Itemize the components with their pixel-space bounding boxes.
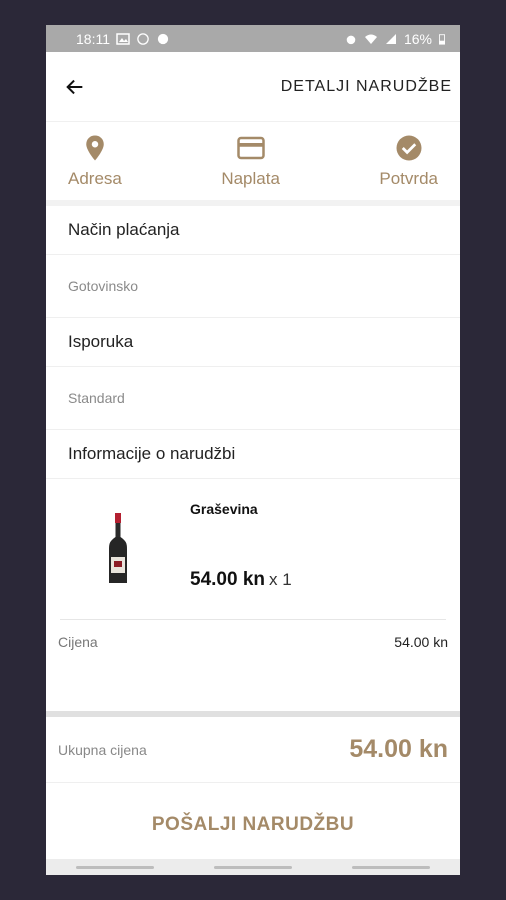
product-price: 54.00 kn [190, 569, 265, 590]
payment-method-heading: Način plaćanja [46, 206, 460, 255]
phone-screen: 18:11 16% DETALJI NARUDŽBE Adresa Naplat… [46, 25, 460, 875]
submit-order-button[interactable]: POŠALJI NARUDŽBU [46, 783, 460, 867]
delivery-value: Standard [46, 367, 460, 430]
step-label: Potvrda [379, 169, 438, 188]
check-circle-icon [396, 135, 422, 161]
total-row: Ukupna cijena 54.00 kn [46, 717, 460, 783]
page-title: DETALJI NARUDŽBE [280, 77, 452, 95]
nav-home-button[interactable] [214, 865, 292, 869]
wifi-icon [364, 34, 377, 44]
step-label: Naplata [221, 169, 280, 188]
app-notification-icon [157, 33, 169, 44]
arrow-left-icon[interactable] [64, 76, 86, 98]
credit-card-icon [236, 136, 265, 160]
price-row: Cijena 54.00 kn [46, 620, 460, 664]
status-time: 18:11 [76, 30, 110, 47]
checkout-steps: Adresa Naplata Potvrda [46, 122, 460, 206]
step-label: Adresa [68, 169, 122, 188]
wine-bottle-image [109, 513, 127, 583]
signal-icon [385, 33, 396, 44]
location-pin-icon [86, 135, 104, 161]
total-value: 54.00 kn [349, 735, 448, 763]
image-icon [116, 32, 130, 45]
product-name: Graševina [190, 501, 258, 517]
total-label: Ukupna cijena [58, 741, 147, 758]
price-label: Cijena [58, 634, 98, 650]
system-nav-bar [46, 859, 460, 875]
whatsapp-icon [137, 32, 149, 45]
step-address[interactable]: Adresa [68, 133, 122, 189]
product-quantity: x 1 [269, 570, 292, 589]
app-bar: DETALJI NARUDŽBE [46, 52, 460, 122]
step-confirm[interactable]: Potvrda [379, 133, 438, 189]
order-info-heading: Informacije o narudžbi [46, 430, 460, 479]
step-payment[interactable]: Naplata [221, 133, 280, 189]
nav-recent-button[interactable] [76, 865, 154, 869]
delivery-heading: Isporuka [46, 318, 460, 367]
payment-method-value: Gotovinsko [46, 255, 460, 318]
product-item: Graševina 54.00 kn x 1 [46, 479, 460, 619]
battery-percent: 16% [403, 30, 432, 47]
nav-back-button[interactable] [352, 865, 430, 869]
price-value: 54.00 kn [394, 634, 448, 650]
status-bar: 18:11 16% [46, 25, 460, 52]
alarm-icon [346, 35, 356, 44]
battery-icon [439, 33, 445, 45]
